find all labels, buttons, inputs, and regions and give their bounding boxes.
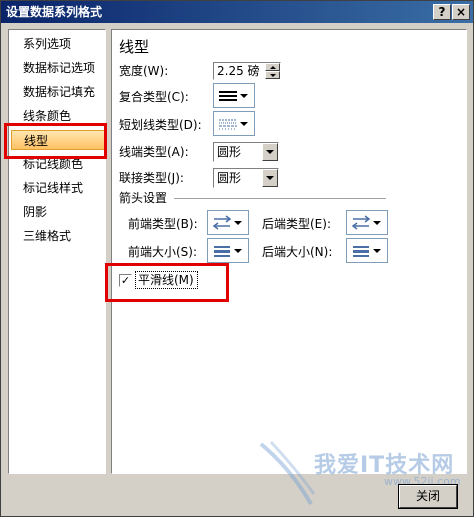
chevron-down-icon (373, 221, 381, 225)
arrow-settings-label: 箭头设置 (119, 191, 168, 205)
category-list: 系列选项 数据标记选项 数据标记填充 线条颜色 线型 标记线颜色 标记线样式 阴… (8, 29, 106, 474)
width-spinner[interactable]: 2.25 磅 (213, 62, 281, 80)
width-value[interactable]: 2.25 磅 (217, 64, 260, 78)
join-type-value: 圆形 (217, 171, 242, 185)
chevron-down-icon (266, 150, 274, 154)
end-type-label: 后端类型(E): (262, 217, 331, 231)
format-data-series-dialog: 设置数据系列格式 ? × 系列选项 数据标记选项 数据标记填充 线条颜色 线型 … (0, 0, 474, 517)
arrow-up-icon (270, 66, 276, 69)
spin-up-button[interactable] (265, 63, 280, 71)
title-bar: 设置数据系列格式 ? × (1, 1, 473, 23)
width-spin-buttons[interactable] (265, 63, 280, 79)
begin-size-button[interactable] (207, 238, 249, 263)
close-icon[interactable]: × (452, 4, 470, 20)
arrow-type-icon (351, 215, 371, 230)
nav-item-3d-format[interactable]: 三维格式 (23, 226, 71, 246)
cap-type-value: 圆形 (217, 145, 242, 159)
help-button[interactable]: ? (433, 4, 451, 20)
chevron-down-icon (266, 176, 274, 180)
cap-type-label: 线端类型(A): (119, 145, 189, 159)
nav-item-marker-fill[interactable]: 数据标记填充 (23, 82, 95, 102)
arrow-type-icon (212, 215, 232, 230)
chevron-down-icon (373, 249, 381, 253)
panel-title: 线型 (119, 38, 150, 56)
end-size-label: 后端大小(N): (262, 245, 333, 259)
close-button[interactable]: 关闭 (398, 484, 458, 509)
cap-type-combo[interactable]: 圆形 (213, 142, 279, 162)
nav-item-shadow[interactable]: 阴影 (23, 202, 47, 222)
chevron-down-icon (240, 122, 248, 126)
nav-item-marker-line-style[interactable]: 标记线样式 (23, 178, 83, 198)
join-type-label: 联接类型(J): (119, 171, 184, 185)
arrow-down-icon (270, 74, 276, 77)
watermark-swoosh-icon (259, 440, 316, 505)
chevron-down-icon (234, 221, 242, 225)
width-label: 宽度(W): (119, 64, 169, 78)
chevron-down-icon (234, 249, 242, 253)
arrow-settings-divider (174, 198, 386, 200)
arrow-size-icon (214, 246, 230, 257)
dash-type-label: 短划线类型(D): (119, 118, 202, 132)
arrow-size-icon (353, 246, 369, 257)
end-type-button[interactable] (346, 210, 388, 235)
join-type-combo[interactable]: 圆形 (213, 168, 279, 188)
cap-type-dropdown-button[interactable] (262, 143, 278, 161)
begin-size-label: 前端大小(S): (128, 245, 198, 259)
begin-type-button[interactable] (207, 210, 249, 235)
end-size-button[interactable] (346, 238, 388, 263)
line-style-panel: 线型 宽度(W): 2.25 磅 复合类型(C): 短划线类型(D): 线端类型… (111, 29, 467, 474)
join-type-dropdown-button[interactable] (262, 169, 278, 187)
chevron-down-icon (240, 94, 248, 98)
nav-item-series-options[interactable]: 系列选项 (23, 34, 71, 54)
window-title: 设置数据系列格式 (6, 5, 103, 19)
spin-down-button[interactable] (265, 71, 280, 79)
nav-item-marker-options[interactable]: 数据标记选项 (23, 58, 95, 78)
dash-type-button[interactable] (213, 111, 255, 136)
highlight-box-smooth (105, 263, 229, 302)
compound-type-button[interactable] (213, 83, 255, 108)
highlight-box-nav (4, 123, 107, 159)
compound-type-label: 复合类型(C): (119, 90, 189, 104)
begin-type-label: 前端类型(B): (128, 217, 198, 231)
compound-lines-icon (219, 91, 237, 101)
dash-lines-icon (219, 119, 237, 130)
